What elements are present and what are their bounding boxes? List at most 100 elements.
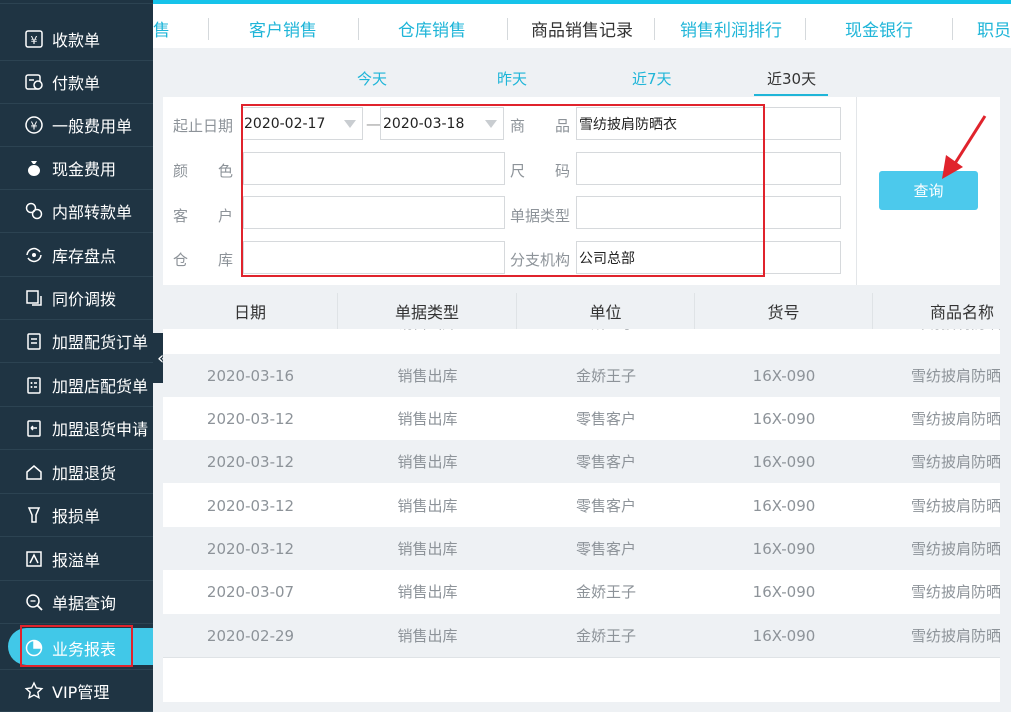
sidebar-item-label: VIP管理	[52, 682, 110, 702]
doc-type-input[interactable]	[576, 196, 841, 229]
date-start-value: 2020-02-17	[244, 115, 326, 132]
period-last-7-days[interactable]: 近7天	[632, 68, 672, 89]
table-row[interactable]: 2020-03-12 销售出库 零售客户 16X-090 雪纺披肩防晒	[163, 527, 1000, 570]
cell-doc-type: 销售出库	[397, 497, 458, 515]
allocation-icon	[22, 286, 46, 310]
table-row[interactable]: 2020-03-16 销售出库 金娇王子 16X-090 雪纺披肩防晒	[163, 329, 1000, 344]
table-row[interactable]: 2020-03-07 销售出库 金娇王子 16X-090 雪纺披肩防晒	[163, 570, 1000, 613]
table-row[interactable]: 2020-03-12 销售出库 零售客户 16X-090 雪纺披肩防晒	[163, 397, 1000, 440]
cell-unit: 零售客户	[575, 497, 636, 515]
return-home-icon	[22, 460, 46, 484]
cell-unit: 金娇王子	[575, 583, 636, 601]
table-row[interactable]: 2020-03-12 销售出库 零售客户 16X-090 雪纺披肩防晒	[163, 440, 1000, 483]
tab-product-sales-record[interactable]: 商品销售记录	[531, 16, 633, 41]
sidebar-item-doc-search[interactable]: 单据查询	[0, 581, 153, 624]
chevron-down-icon	[344, 120, 356, 128]
sidebar-item-loss-report[interactable]: 报损单	[0, 494, 153, 537]
sidebar-item-overflow-report[interactable]: 报溢单	[0, 538, 153, 581]
return-request-icon	[22, 416, 46, 440]
cell-product-name: 雪纺披肩防晒	[911, 367, 1000, 385]
sidebar-item-general-expense[interactable]: ¥ 一般费用单	[0, 104, 153, 147]
column-header-doc-type[interactable]: 单据类型	[338, 293, 517, 329]
sidebar-item-label: 收款单	[52, 31, 101, 50]
tab-staff[interactable]: 职员	[977, 16, 1011, 41]
period-yesterday[interactable]: 昨天	[497, 68, 527, 89]
tab-divider	[507, 18, 508, 40]
sidebar-item-label: 一般费用单	[52, 117, 133, 136]
cell-unit: 金娇王子	[517, 329, 695, 344]
chevron-down-icon	[485, 120, 497, 128]
filter-panel: 起止日期 2020-02-17 — 2020-03-18 商 品 雪纺披肩防晒衣…	[163, 97, 1000, 285]
sidebar-item-franchise-order[interactable]: 加盟配货订单	[0, 320, 153, 363]
cell-item-no: 16X-090	[752, 496, 816, 515]
date-separator: —	[366, 115, 381, 133]
loss-report-icon	[22, 503, 46, 527]
table-bottom-border	[163, 657, 1000, 658]
sidebar-item-internal-transfer[interactable]: 内部转款单	[0, 190, 153, 233]
sidebar-item-label: 单据查询	[52, 594, 117, 613]
period-last-30-days[interactable]: 近30天	[767, 68, 816, 89]
yen-circle-icon: ¥	[22, 113, 46, 137]
branch-value: 公司总部	[579, 250, 635, 267]
period-today[interactable]: 今天	[357, 68, 387, 89]
sidebar-item-receipt[interactable]: ¥ 收款单	[0, 18, 153, 61]
sidebar-item-label: 报溢单	[52, 551, 101, 570]
cell-item-no: 16X-090	[752, 626, 816, 645]
customer-input[interactable]	[243, 196, 505, 229]
filter-divider	[856, 97, 857, 285]
sidebar-top-edge	[0, 0, 153, 4]
sidebar-item-cash-expense[interactable]: 现金费用	[0, 147, 153, 190]
cell-date: 2020-02-29	[206, 626, 295, 645]
sidebar-item-allocation[interactable]: 同价调拨	[0, 277, 153, 320]
vip-star-icon	[22, 679, 46, 703]
tab-cash-bank[interactable]: 现金银行	[845, 16, 913, 41]
product-input[interactable]: 雪纺披肩防晒衣	[576, 107, 841, 140]
tab-partial[interactable]: 售	[153, 16, 170, 41]
size-input[interactable]	[576, 152, 841, 185]
receipt-yen-icon: ¥	[22, 27, 46, 51]
date-end-input[interactable]: 2020-03-18	[380, 107, 504, 140]
sidebar-item-label: 加盟店配货单	[52, 377, 149, 396]
sidebar-item-return-request[interactable]: 加盟退货申请	[0, 407, 153, 450]
sidebar-item-vip[interactable]: VIP管理	[0, 669, 153, 712]
svg-text:¥: ¥	[31, 34, 38, 47]
sidebar-item-label: 加盟退货申请	[52, 420, 149, 439]
sidebar-item-inventory[interactable]: 库存盘点	[0, 234, 153, 277]
table-row[interactable]: 2020-02-29 销售出库 金娇王子 16X-090 雪纺披肩防晒	[163, 614, 1000, 657]
clipboard-icon	[22, 329, 46, 353]
doc-type-label: 单据类型	[510, 207, 571, 225]
cell-product-name: 雪纺披肩防晒	[911, 410, 1000, 428]
tab-warehouse-sales[interactable]: 仓库销售	[398, 16, 466, 41]
column-header-product-name[interactable]: 商品名称	[873, 293, 1000, 329]
column-header-unit[interactable]: 单位	[517, 293, 695, 329]
cell-doc-type: 销售出库	[338, 329, 517, 344]
cell-date: 2020-03-12	[206, 409, 295, 428]
cell-item-no: 16X-090	[752, 366, 816, 385]
tab-customer-sales[interactable]: 客户销售	[249, 16, 317, 41]
warehouse-input[interactable]	[243, 241, 505, 274]
cell-item-no: 16X-090	[695, 329, 873, 344]
branch-input[interactable]: 公司总部	[576, 241, 841, 274]
cell-item-no: 16X-090	[752, 539, 816, 558]
cell-doc-type: 销售出库	[397, 410, 458, 428]
table-row[interactable]: 2020-03-16 销售出库 金娇王子 16X-090 雪纺披肩防晒	[163, 354, 1000, 397]
sidebar-item-label: 库存盘点	[52, 247, 117, 266]
table-row[interactable]: 2020-03-12 销售出库 零售客户 16X-090 雪纺披肩防晒	[163, 484, 1000, 527]
date-start-input[interactable]: 2020-02-17	[241, 107, 363, 140]
color-input[interactable]	[243, 152, 505, 185]
product-label: 商 品	[510, 117, 571, 135]
tab-sales-profit-rank[interactable]: 销售利润排行	[680, 16, 782, 41]
cell-doc-type: 销售出库	[397, 367, 458, 385]
sidebar-item-label: 加盟退货	[52, 464, 117, 483]
column-header-date[interactable]: 日期	[163, 293, 338, 329]
cell-date: 2020-03-12	[206, 452, 295, 471]
column-header-item-no[interactable]: 货号	[695, 293, 873, 329]
tab-divider	[208, 18, 209, 40]
sidebar-item-label: 加盟配货订单	[52, 333, 149, 352]
sidebar-item-franchise-delivery[interactable]: 加盟店配货单	[0, 364, 153, 407]
cell-item-no: 16X-090	[752, 452, 816, 471]
sidebar-item-franchise-return[interactable]: 加盟退货	[0, 451, 153, 494]
warehouse-label: 仓 库	[173, 251, 234, 269]
sidebar-item-business-report[interactable]: 业务报表	[0, 626, 153, 669]
sidebar-item-payment[interactable]: 付款单	[0, 61, 153, 104]
